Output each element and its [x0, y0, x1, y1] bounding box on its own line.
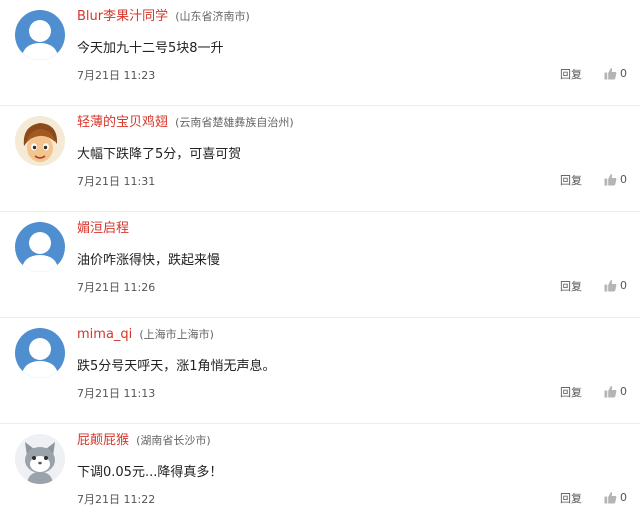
reply-button[interactable]: 回复: [560, 490, 582, 506]
username-link[interactable]: 媚洹启程: [77, 221, 129, 236]
thumbs-up-icon: [604, 491, 617, 504]
thumbs-up-icon: [604, 67, 617, 80]
comment-text: 油价咋涨得快，跌起来慢: [77, 253, 221, 268]
user-location: (云南省楚雄彝族自治州): [175, 116, 294, 129]
comment-text: 大幅下跌降了5分，可喜可贺: [77, 147, 242, 162]
like-count: 0: [620, 66, 627, 80]
comment-text: 今天加九十二号5块8一升: [77, 41, 224, 56]
comment-header: mima_qi (上海市上海市): [77, 324, 214, 342]
comment-text: 下调0.05元...降得真多！: [77, 465, 223, 480]
thumbs-up-icon: [604, 385, 617, 398]
username-link[interactable]: 轻薄的宝贝鸡翅: [77, 115, 168, 130]
user-location: (湖南省长沙市): [136, 434, 211, 447]
username-link[interactable]: 屁颠屁猴: [77, 433, 129, 448]
comment-time: 7月21日 11:22: [77, 493, 156, 506]
comment-header: 屁颠屁猴 (湖南省长沙市): [77, 430, 211, 448]
user-location: (上海市上海市): [139, 328, 214, 341]
reply-button[interactable]: 回复: [560, 278, 582, 294]
comment-header: 轻薄的宝贝鸡翅 (云南省楚雄彝族自治州): [77, 112, 294, 130]
username-link[interactable]: Blur李果汁同学: [77, 9, 168, 24]
cartoon-cat-avatar-icon[interactable]: [15, 434, 65, 484]
like-count: 0: [620, 490, 627, 504]
comment-item: mima_qi (上海市上海市) 跌5分号天呼天，涨1角悄无声息。 7月21日 …: [0, 318, 640, 424]
reply-button[interactable]: 回复: [560, 384, 582, 400]
comment-time: 7月21日 11:23: [77, 69, 156, 82]
comment-item: Blur李果汁同学 (山东省济南市) 今天加九十二号5块8一升 7月21日 11…: [0, 0, 640, 106]
comment-text: 跌5分号天呼天，涨1角悄无声息。: [77, 359, 276, 374]
comment-list: Blur李果汁同学 (山东省济南市) 今天加九十二号5块8一升 7月21日 11…: [0, 0, 640, 530]
comment-header: Blur李果汁同学 (山东省济南市): [77, 6, 250, 24]
default-avatar-icon[interactable]: [15, 10, 65, 60]
user-location: (山东省济南市): [175, 10, 250, 23]
comment-time: 7月21日 11:13: [77, 387, 156, 400]
like-count: 0: [620, 384, 627, 398]
like-button[interactable]: 0: [604, 489, 627, 505]
like-count: 0: [620, 278, 627, 292]
default-avatar-icon[interactable]: [15, 328, 65, 378]
comment-item: 屁颠屁猴 (湖南省长沙市) 下调0.05元...降得真多！ 7月21日 11:2…: [0, 424, 640, 530]
comment-time: 7月21日 11:26: [77, 281, 156, 294]
username-link[interactable]: mima_qi: [77, 327, 132, 342]
comment-item: 媚洹启程 油价咋涨得快，跌起来慢 7月21日 11:26 回复 0: [0, 212, 640, 318]
like-button[interactable]: 0: [604, 171, 627, 187]
like-button[interactable]: 0: [604, 65, 627, 81]
reply-button[interactable]: 回复: [560, 172, 582, 188]
like-count: 0: [620, 172, 627, 186]
comment-header: 媚洹启程: [77, 218, 131, 236]
comment-time: 7月21日 11:31: [77, 175, 156, 188]
like-button[interactable]: 0: [604, 383, 627, 399]
reply-button[interactable]: 回复: [560, 66, 582, 82]
comment-item: 轻薄的宝贝鸡翅 (云南省楚雄彝族自治州) 大幅下跌降了5分，可喜可贺 7月21日…: [0, 106, 640, 212]
thumbs-up-icon: [604, 279, 617, 292]
like-button[interactable]: 0: [604, 277, 627, 293]
cartoon-boy-avatar-icon[interactable]: [15, 116, 65, 166]
default-avatar-icon[interactable]: [15, 222, 65, 272]
thumbs-up-icon: [604, 173, 617, 186]
